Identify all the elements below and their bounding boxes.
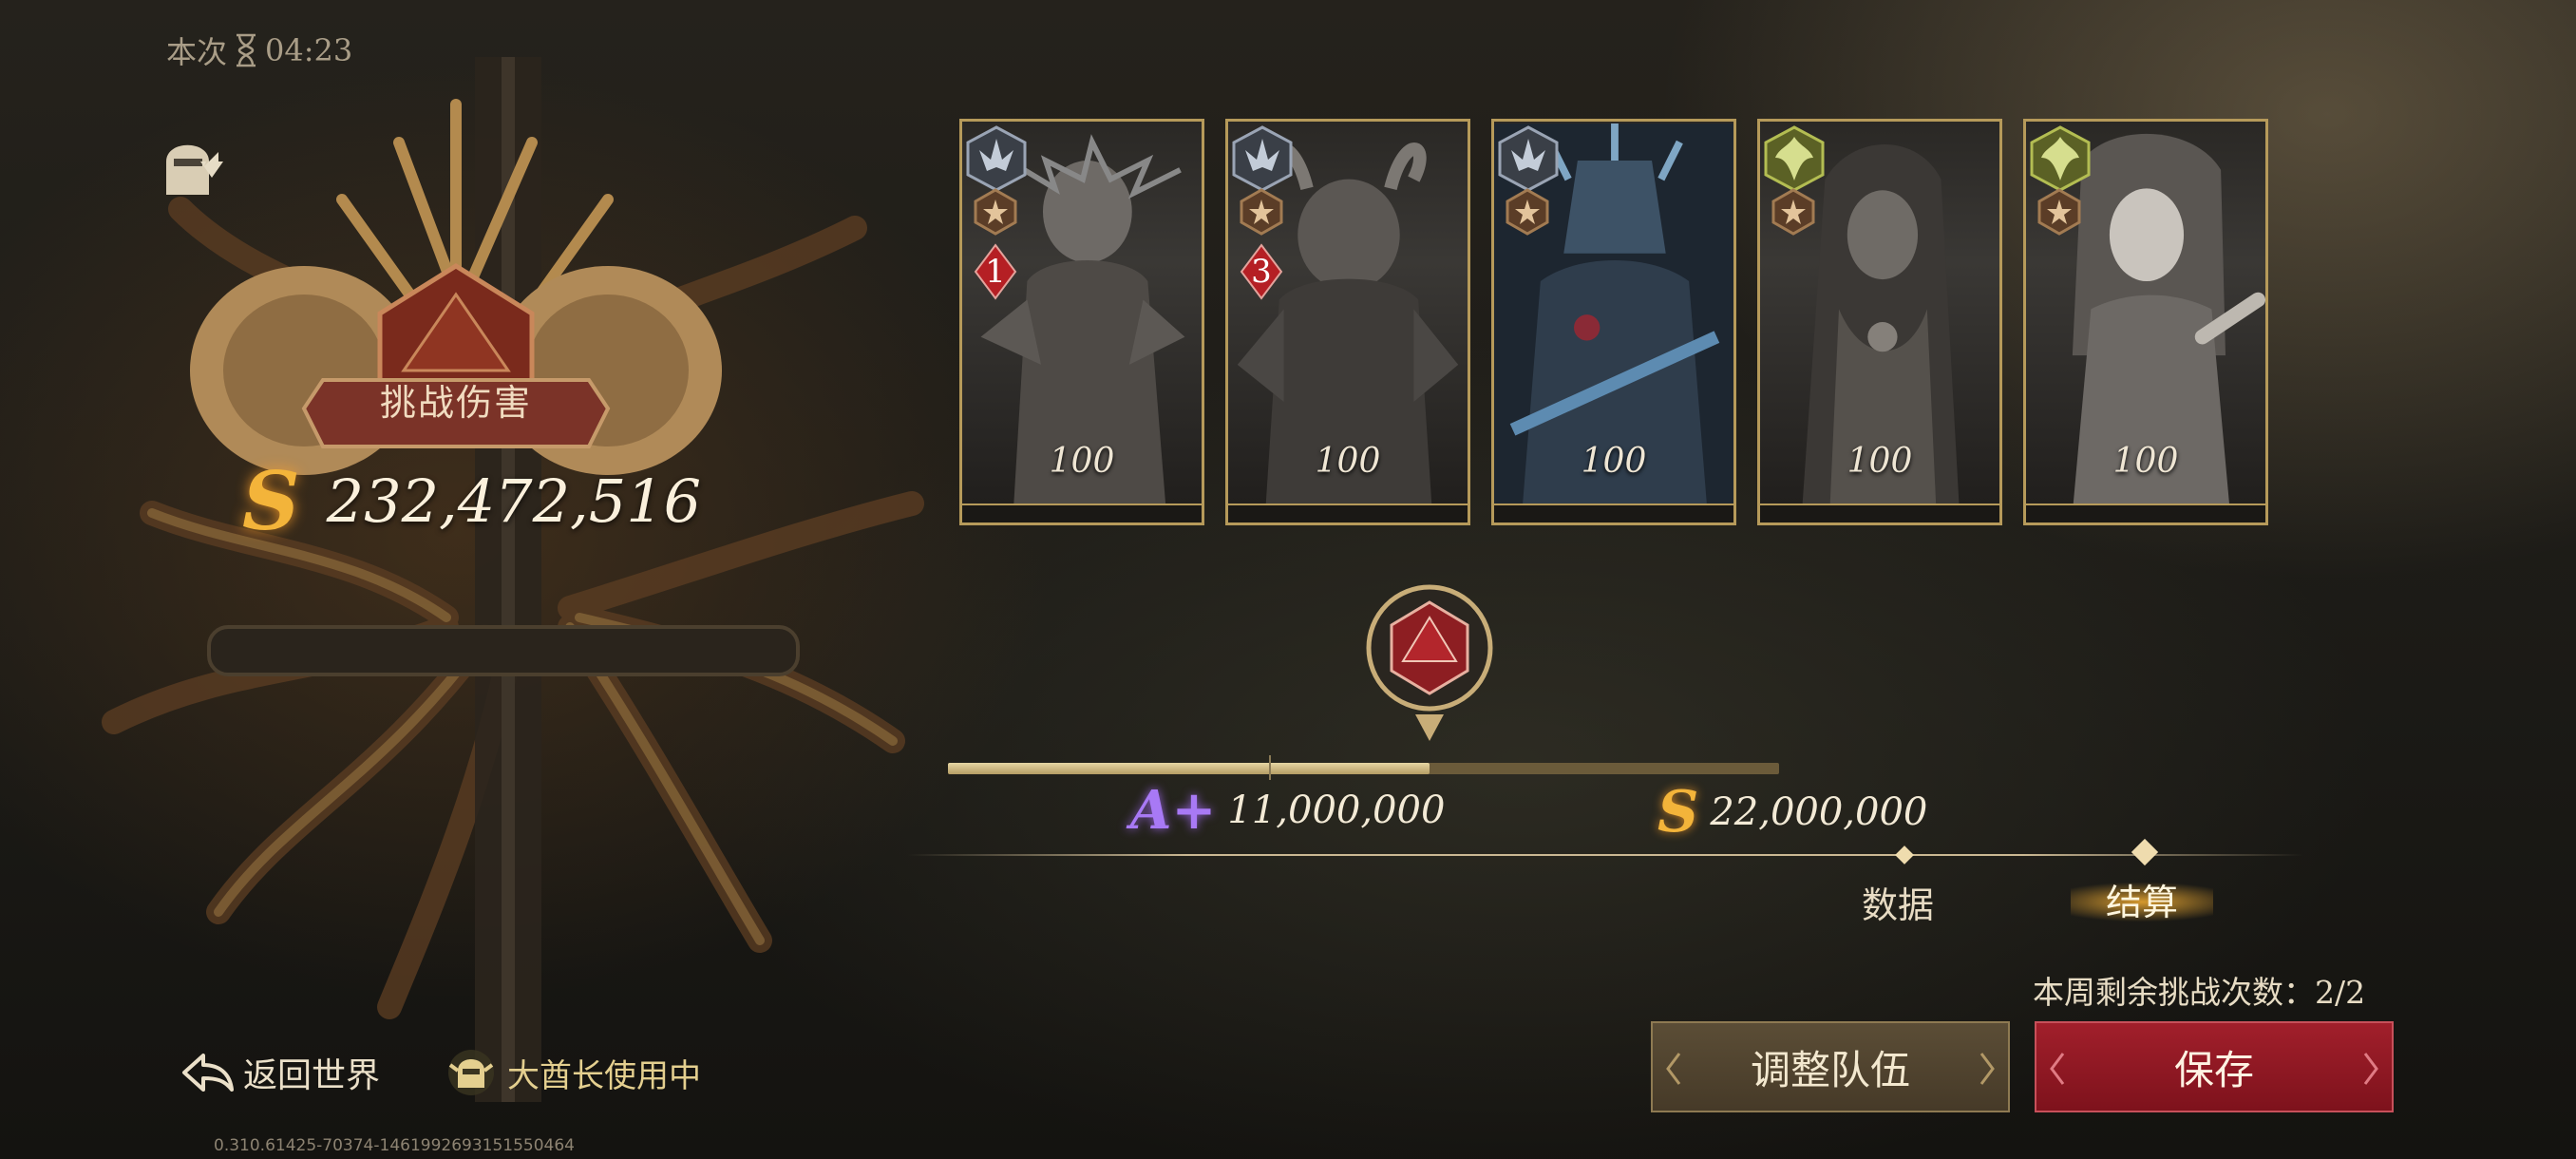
- save-button[interactable]: 保存: [2035, 1021, 2394, 1112]
- challenge-damage: S 232,472,516: [242, 454, 701, 548]
- threshold-value: 11,000,000: [1227, 788, 1446, 832]
- threshold-s: S 22,000,000: [1657, 779, 1927, 846]
- grade-s-icon: S: [1657, 779, 1699, 846]
- class-crest-icon: [1232, 125, 1293, 192]
- session-timer: 本次 04:23: [166, 28, 352, 72]
- adjust-team-button[interactable]: 调整队伍: [1651, 1021, 2010, 1112]
- hero-card[interactable]: 1 100: [959, 119, 1204, 525]
- star-badge-icon: [2037, 188, 2081, 236]
- tab-indicator-active: [2131, 838, 2159, 866]
- challenge-emblem: [102, 57, 924, 1102]
- version-text: 0.310.61425-70374-1461992693151550464: [214, 1136, 576, 1155]
- back-to-world-button[interactable]: 返回世界: [180, 1048, 380, 1097]
- ornament-icon: [2050, 1053, 2065, 1085]
- adjust-team-label: 调整队伍: [1750, 1046, 1910, 1093]
- challenge-title: 挑战伤害: [379, 382, 532, 424]
- hero-rank: 3: [1251, 253, 1272, 291]
- class-crest-icon: [966, 125, 1027, 192]
- grade-a-plus-icon: A+: [1130, 779, 1217, 842]
- hero-level: 100: [1581, 442, 1647, 481]
- ornament-icon: [2363, 1053, 2378, 1085]
- hero-card[interactable]: 100: [1491, 119, 1736, 525]
- hero-level: 100: [1049, 442, 1115, 481]
- class-crest-icon: [2030, 125, 2091, 192]
- star-badge-icon: [974, 188, 1017, 236]
- back-arrow-icon: [182, 1054, 234, 1092]
- tab-divider: [907, 854, 2303, 856]
- hero-card[interactable]: 3 100: [1225, 119, 1470, 525]
- hero-card[interactable]: 100: [2023, 119, 2268, 525]
- tab-settle[interactable]: 结算: [2071, 866, 2213, 931]
- class-crest-icon: [1498, 125, 1559, 192]
- hero-card-row: 1 100 3 100 100 100 100: [959, 119, 2268, 525]
- chief-helmet-icon: [448, 1050, 494, 1095]
- damage-progress-fill: [948, 763, 1430, 774]
- ornament-icon: [1979, 1053, 1995, 1085]
- star-badge-icon: [1771, 188, 1815, 236]
- hero-level: 100: [2112, 442, 2179, 481]
- star-badge-icon: [1506, 188, 1549, 236]
- helmet-upgrade-icon[interactable]: [157, 128, 223, 200]
- hero-rank: 1: [985, 253, 1006, 291]
- dice-icon: [1366, 584, 1493, 741]
- class-crest-icon: [1764, 125, 1825, 192]
- tab-data[interactable]: 数据: [1862, 876, 1934, 928]
- tab-indicator: [1895, 846, 1914, 864]
- save-label: 保存: [2173, 1046, 2254, 1093]
- star-badge-icon: [1240, 188, 1283, 236]
- progress-tick: [1269, 755, 1271, 780]
- ornament-icon: [1666, 1053, 1681, 1085]
- back-to-world-label: 返回世界: [243, 1056, 381, 1095]
- threshold-value: 22,000,000: [1710, 790, 1928, 834]
- session-label: 本次: [166, 34, 228, 70]
- session-timer-value: 04:23: [265, 32, 353, 68]
- remaining-attempts: 本周剩余挑战次数：2/2: [2033, 974, 2366, 1011]
- grade-s-icon: S: [242, 454, 300, 548]
- threshold-a-plus: A+ 11,000,000: [1130, 779, 1445, 842]
- chief-status-label: 大酋长使用中: [507, 1056, 701, 1095]
- hourglass-icon: [237, 33, 256, 67]
- hero-card[interactable]: 100: [1757, 119, 2002, 525]
- hero-level: 100: [1315, 442, 1381, 481]
- chief-status[interactable]: 大酋长使用中: [446, 1048, 701, 1097]
- damage-value: 232,472,516: [326, 466, 702, 536]
- hero-level: 100: [1847, 442, 1913, 481]
